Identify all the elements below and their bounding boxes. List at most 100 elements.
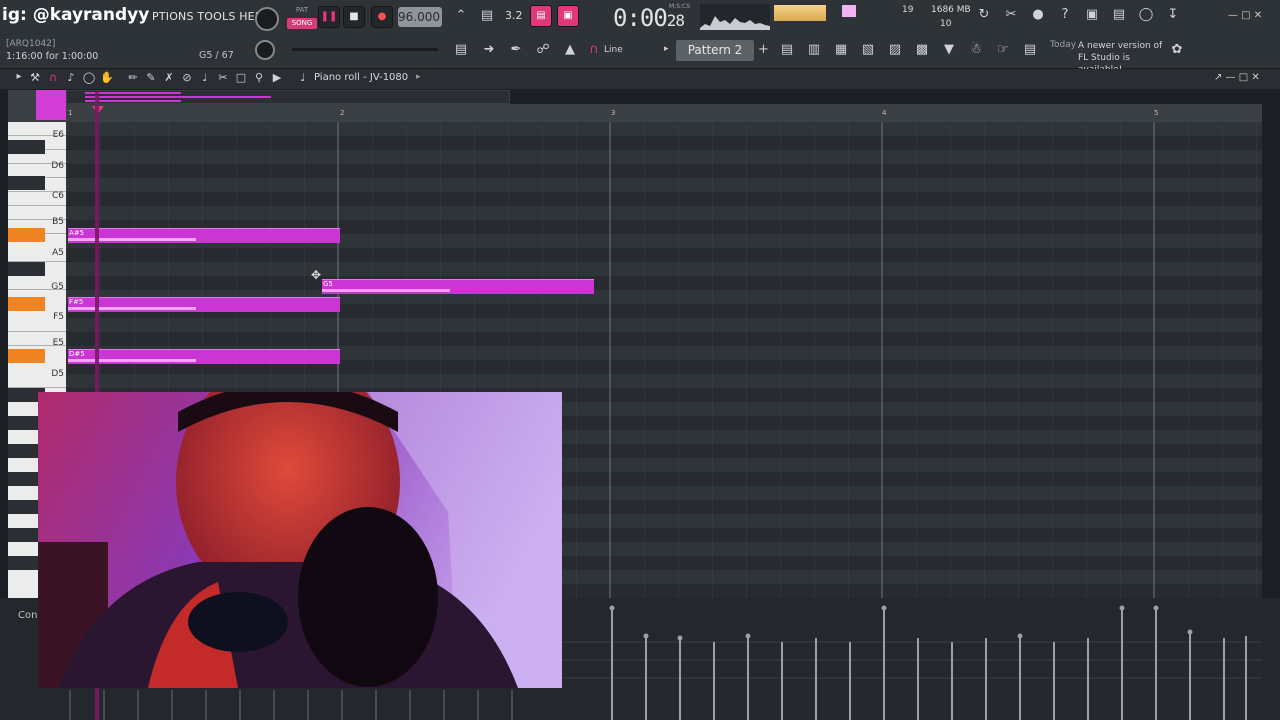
- link-icon[interactable]: ☍: [534, 42, 552, 57]
- piano-key-active[interactable]: [8, 349, 45, 363]
- key-label: B5: [52, 217, 64, 227]
- cpu-meter-icon: [842, 5, 856, 17]
- overview-note: [85, 92, 181, 94]
- cut-icon[interactable]: ✂: [1002, 7, 1020, 22]
- cart-icon[interactable]: ▤: [1021, 42, 1039, 57]
- peak-meter: [774, 5, 826, 21]
- song-label: SONG: [287, 18, 317, 29]
- save-icon[interactable]: ▣: [1083, 7, 1101, 22]
- browser-icon[interactable]: ▨: [886, 42, 904, 57]
- stop-button[interactable]: ■: [343, 6, 365, 28]
- channel-rack-icon[interactable]: ▦: [832, 42, 850, 57]
- wait-record-icon[interactable]: ▤: [478, 8, 496, 23]
- chat-icon[interactable]: ◯: [1137, 7, 1155, 22]
- wrench-icon[interactable]: ⚒: [26, 71, 44, 84]
- hint-note: G5 / 67: [199, 50, 234, 61]
- arrow-right-icon[interactable]: ➜: [480, 42, 498, 57]
- user-icon[interactable]: ☃: [967, 42, 985, 57]
- speaker-icon[interactable]: ♩: [294, 71, 312, 84]
- metronome-icon[interactable]: ⌃: [452, 8, 470, 23]
- bar-number: 5: [1154, 109, 1159, 117]
- select-icon[interactable]: □: [232, 71, 250, 84]
- pencil-icon[interactable]: ✏: [124, 71, 142, 84]
- speaker-mute-icon[interactable]: ♩: [196, 71, 214, 84]
- note-label: A#5: [69, 229, 85, 237]
- plugin-icon[interactable]: ▩: [913, 42, 931, 57]
- record-button[interactable]: ●: [371, 6, 393, 28]
- hint-bar-text: 1:16:00 for 1:00:00: [6, 51, 99, 62]
- snap-selector[interactable]: Line: [594, 40, 654, 60]
- time-signature[interactable]: 3.2: [505, 9, 523, 22]
- playback-icon[interactable]: ▶: [268, 71, 286, 84]
- pattern-overview[interactable]: [66, 90, 510, 104]
- note-g-5[interactable]: G5: [322, 279, 594, 294]
- snap-label: Line: [604, 45, 623, 55]
- note-a-sharp-5[interactable]: A#5: [68, 228, 340, 243]
- render-icon[interactable]: ▤: [1110, 7, 1128, 22]
- window-controls[interactable]: — □ ✕: [1228, 10, 1262, 21]
- webcam-image: [38, 392, 562, 688]
- pen-icon[interactable]: ✒: [507, 42, 525, 57]
- mute-tool-icon[interactable]: ⊘: [178, 71, 196, 84]
- download-icon[interactable]: ↧: [1164, 7, 1182, 22]
- pat-song-toggle[interactable]: PAT SONG: [287, 4, 317, 30]
- hand-icon[interactable]: ✋: [98, 71, 116, 84]
- piano-roll-window-controls[interactable]: ↗ — □ ✕: [1214, 72, 1260, 83]
- piano-roll-window-icon[interactable]: ▥: [805, 42, 823, 57]
- undo-icon[interactable]: ↻: [975, 7, 993, 22]
- fl-logo-icon: ✿: [1171, 42, 1183, 57]
- touch-icon[interactable]: ☞: [994, 42, 1012, 57]
- key-label: E6: [52, 130, 64, 140]
- add-pattern-icon[interactable]: +: [758, 42, 769, 57]
- zoom-handle[interactable]: [36, 90, 66, 120]
- pattern-prev-icon[interactable]: ▸: [664, 44, 669, 54]
- piano-key-active[interactable]: [8, 228, 45, 242]
- piano-key[interactable]: [8, 262, 45, 276]
- time-ruler[interactable]: 1 2 3 4 5: [66, 104, 1262, 122]
- main-menu[interactable]: PTIONS TOOLS HELP: [152, 10, 268, 23]
- tempo-display[interactable]: 96.000: [398, 7, 442, 27]
- pat-label: PAT: [295, 6, 309, 14]
- step-edit-button[interactable]: ▤: [530, 5, 552, 27]
- piano-key-active[interactable]: [8, 297, 45, 311]
- mixer-icon[interactable]: ▧: [859, 42, 877, 57]
- note-velocity-bar: [68, 307, 196, 310]
- master-volume-knob[interactable]: [255, 7, 279, 31]
- bar-number: 4: [882, 109, 887, 117]
- clock-unit: M:S:CS: [669, 3, 691, 10]
- stamp-icon[interactable]: ▲: [561, 42, 579, 57]
- scale-icon[interactable]: ◯: [80, 71, 98, 84]
- pause-button[interactable]: ❚❚: [318, 6, 340, 28]
- social-handle-overlay: ig: @kayrandyy: [2, 5, 150, 25]
- note-velocity-bar: [68, 238, 196, 241]
- clock-main: 0:00: [613, 4, 668, 32]
- help-icon[interactable]: ?: [1056, 7, 1074, 22]
- slice-icon[interactable]: ✂: [214, 71, 232, 84]
- note-f-sharp-5[interactable]: F#5: [68, 297, 340, 312]
- zoom-icon[interactable]: ⚲: [250, 71, 268, 84]
- bar-number: 1: [68, 109, 73, 117]
- note-d-sharp-5[interactable]: D#5: [68, 349, 340, 364]
- bar-number: 3: [611, 109, 616, 117]
- master-pitch-slider[interactable]: [292, 48, 438, 51]
- pattern-selector[interactable]: Pattern 2: [676, 40, 754, 61]
- master-pitch-knob[interactable]: [255, 40, 275, 60]
- event-editor-label[interactable]: Con: [18, 610, 37, 621]
- bar-number: 2: [340, 109, 345, 117]
- key-label: E5: [52, 338, 64, 348]
- piano-roll-toolbar: ▸ ⚒ ∩ ♪ ◯ ✋ ✏ ✎ ✗ ⊘ ♩ ✂ □ ⚲ ▶ ♩ Piano ro…: [0, 69, 1280, 89]
- plug-icon[interactable]: ▼: [940, 42, 958, 57]
- delete-tool-icon[interactable]: ✗: [160, 71, 178, 84]
- webcam-overlay: [38, 392, 562, 688]
- brush-icon[interactable]: ✎: [142, 71, 160, 84]
- piano-roll-icon[interactable]: ▤: [452, 42, 470, 57]
- note-velocity-bar: [68, 359, 196, 362]
- microphone-icon[interactable]: ●: [1029, 7, 1047, 22]
- note-icon[interactable]: ♪: [62, 71, 80, 84]
- playlist-icon[interactable]: ▤: [778, 42, 796, 57]
- blend-recording-button[interactable]: ▣: [557, 5, 579, 27]
- title-arrow-icon[interactable]: ▸: [416, 72, 421, 82]
- snap-magnet-icon[interactable]: ∩: [44, 71, 62, 84]
- key-label: C6: [51, 191, 64, 201]
- piano-key[interactable]: [8, 178, 66, 192]
